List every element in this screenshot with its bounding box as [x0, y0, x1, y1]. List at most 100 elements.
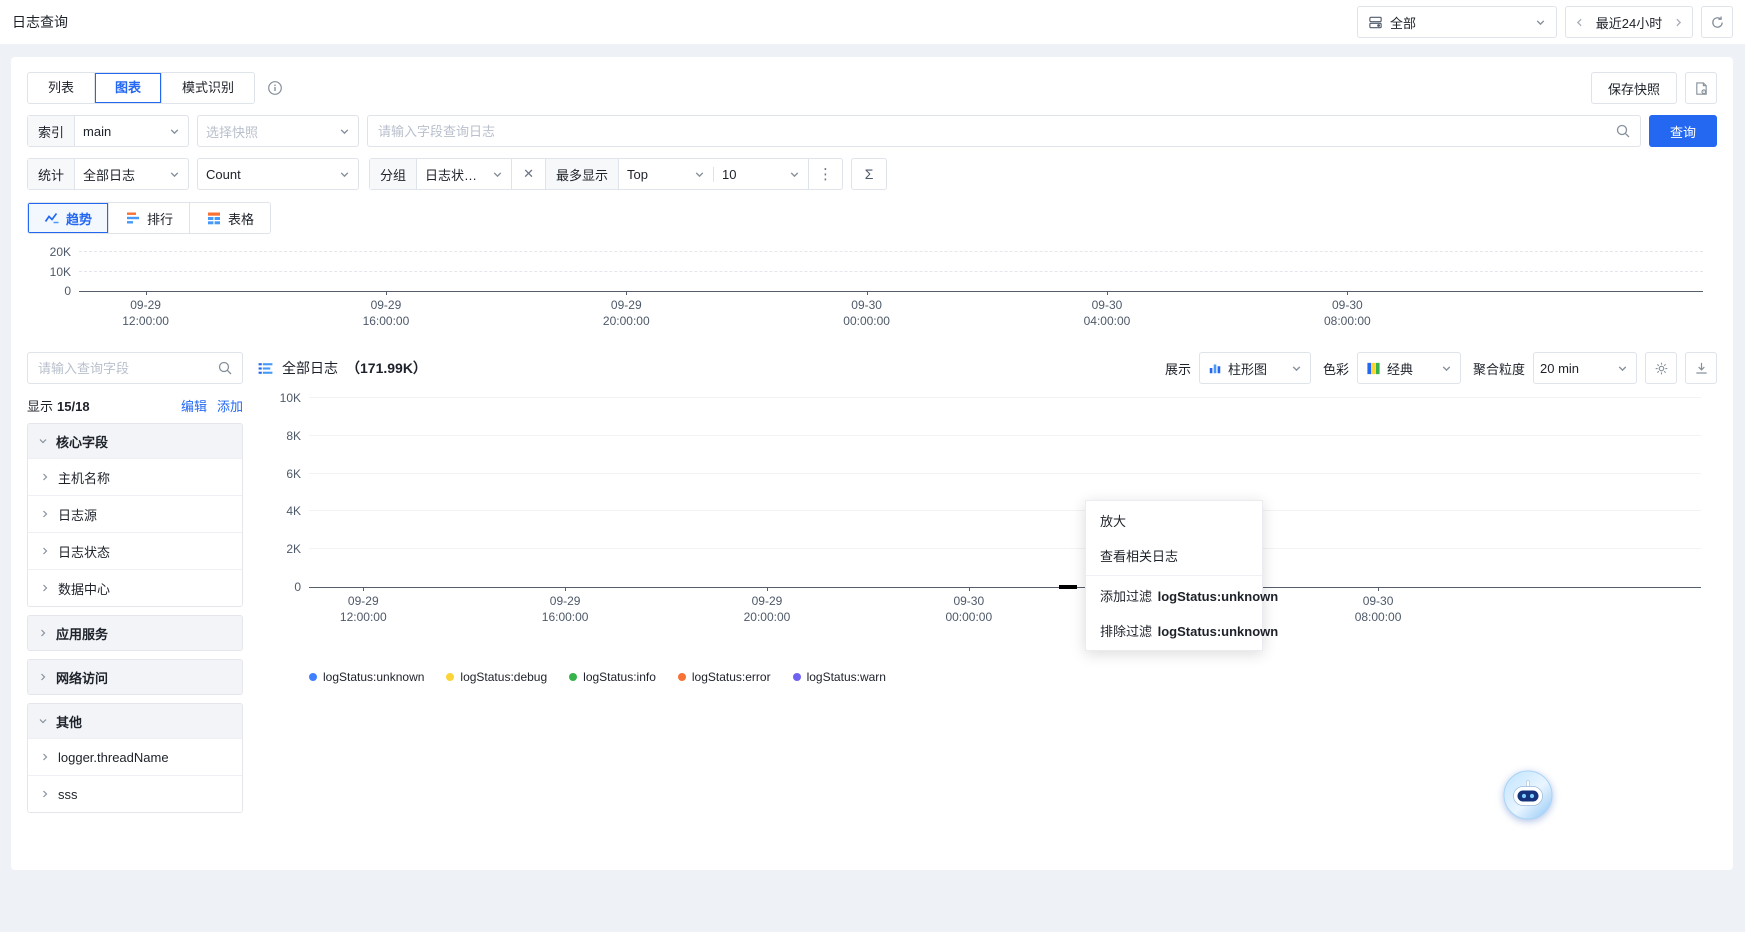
x-axis-tick: 09-3004:00:00 — [1062, 297, 1152, 329]
pill-table-label: 表格 — [228, 209, 254, 228]
chart-settings-button[interactable] — [1645, 352, 1677, 384]
topbar-controls: 全部 最近24小时 — [1357, 6, 1733, 38]
field-item-label: 日志状态 — [58, 542, 110, 561]
field-group-header-2[interactable]: 网络访问 — [28, 660, 242, 694]
log-search-input[interactable] — [367, 115, 1641, 147]
menu-item-view-related-logs[interactable]: 查看相关日志 — [1086, 538, 1262, 573]
top-n-mode[interactable]: Top — [619, 167, 694, 182]
field-groups: 核心字段主机名称日志源日志状态数据中心应用服务网络访问其他logger.thre… — [27, 423, 243, 813]
table-grid-icon — [206, 210, 222, 226]
time-prev-button[interactable] — [1574, 17, 1585, 28]
time-next-button[interactable] — [1673, 17, 1684, 28]
query-button[interactable]: 查询 — [1649, 115, 1717, 147]
legend-item[interactable]: logStatus:info — [569, 670, 656, 684]
legend-item[interactable]: logStatus:debug — [446, 670, 547, 684]
menu-item-add-filter[interactable]: 添加过滤 logStatus:unknown — [1086, 578, 1262, 613]
pill-trend[interactable]: 趋势 — [28, 203, 109, 233]
field-group-header-3[interactable]: 其他 — [28, 704, 242, 738]
y-axis-tick: 8K — [286, 429, 301, 443]
chevron-down-icon — [339, 169, 350, 180]
field-item-label: 日志源 — [58, 505, 97, 524]
stat-value: 全部日志 — [75, 165, 169, 184]
y-axis-tick: 0 — [64, 284, 71, 298]
x-axis-tick: 09-3008:00:00 — [1333, 593, 1423, 625]
add-filter-prefix: 添加过滤 — [1100, 589, 1156, 604]
assistant-robot-icon[interactable] — [1503, 770, 1553, 820]
snapshot-actions: 保存快照 — [1591, 72, 1717, 104]
legend-item[interactable]: logStatus:warn — [793, 670, 886, 684]
add-field-link[interactable]: 添加 — [217, 396, 243, 415]
field-item[interactable]: 数据中心 — [28, 569, 242, 606]
chart-type-value: 柱形图 — [1222, 359, 1291, 378]
exclude-filter-value: logStatus:unknown — [1158, 624, 1279, 639]
add-filter-value: logStatus:unknown — [1158, 589, 1279, 604]
refresh-button[interactable] — [1701, 6, 1733, 38]
group-by-label: 分组 — [370, 159, 417, 189]
stat-select[interactable]: 统计 全部日志 — [27, 158, 189, 190]
chevron-down-icon — [38, 716, 48, 726]
log-list-icon[interactable] — [257, 360, 274, 377]
chart-type-pills: 趋势 排行 表格 — [27, 202, 271, 234]
pill-ranking[interactable]: 排行 — [109, 203, 190, 233]
group-by-value[interactable]: 日志状态(logS... — [417, 165, 492, 184]
time-range-picker[interactable]: 最近24小时 — [1565, 6, 1693, 38]
pill-table[interactable]: 表格 — [190, 203, 270, 233]
time-range-label[interactable]: 最近24小时 — [1596, 13, 1662, 32]
y-axis-tick: 10K — [50, 265, 71, 279]
logstatus-plot-area[interactable]: 10K8K6K4K2K009-2912:00:0009-2916:00:0009… — [309, 398, 1701, 588]
field-search-input[interactable] — [27, 352, 243, 384]
tab-chart[interactable]: 图表 — [95, 73, 162, 103]
edit-fields-link[interactable]: 编辑 — [181, 396, 207, 415]
legend-item[interactable]: logStatus:error — [678, 670, 771, 684]
field-group-header-0[interactable]: 核心字段 — [28, 424, 242, 458]
x-axis-tick-mark — [626, 291, 627, 295]
field-item[interactable]: 主机名称 — [28, 458, 242, 495]
group-by-control: 分组 日志状态(logS... ✕ 最多显示 Top 10 ⋮ — [369, 158, 843, 190]
field-item[interactable]: 日志源 — [28, 495, 242, 532]
color-scheme-select[interactable]: 经典 — [1357, 352, 1461, 384]
chart-controls: 展示 柱形图 色彩 — [1161, 352, 1717, 384]
tab-list[interactable]: 列表 — [28, 73, 95, 103]
snapshot-select[interactable]: 选择快照 — [197, 115, 359, 147]
x-axis-tick: 09-2916:00:00 — [520, 593, 610, 625]
save-snapshot-button[interactable]: 保存快照 — [1591, 72, 1677, 104]
gridline — [79, 251, 1703, 252]
field-item[interactable]: 日志状态 — [28, 532, 242, 569]
chart-title: 全部日志 （171.99K） — [257, 358, 427, 378]
search-icon[interactable] — [217, 360, 233, 376]
menu-item-zoom-in[interactable]: 放大 — [1086, 503, 1262, 538]
sigma-aggregate-button[interactable]: Σ — [851, 158, 887, 190]
field-item[interactable]: logger.threadName — [28, 738, 242, 775]
field-item-label: 主机名称 — [58, 468, 110, 487]
menu-separator — [1086, 575, 1262, 576]
data-scope-select[interactable]: 全部 — [1357, 6, 1557, 38]
x-axis-tick: 09-3008:00:00 — [1302, 297, 1392, 329]
field-item[interactable]: sss — [28, 775, 242, 812]
y-axis-tick: 4K — [286, 504, 301, 518]
chevron-right-icon — [40, 583, 50, 593]
field-group-header-1[interactable]: 应用服务 — [28, 616, 242, 650]
legend-item[interactable]: logStatus:unknown — [309, 670, 424, 684]
gridline — [309, 397, 1701, 398]
info-icon[interactable] — [267, 80, 283, 96]
search-icon[interactable] — [1615, 123, 1631, 139]
tab-pattern[interactable]: 模式识别 — [162, 73, 254, 103]
download-button[interactable] — [1685, 352, 1717, 384]
top-n-count[interactable]: 10 — [713, 167, 789, 182]
query-row: 索引 main 选择快照 查询 — [27, 115, 1717, 147]
x-axis-tick-mark — [146, 291, 147, 295]
chart-type-select[interactable]: 柱形图 — [1199, 352, 1311, 384]
chevron-down-icon — [1535, 17, 1546, 28]
aggregation-select[interactable]: Count — [197, 158, 359, 190]
remove-group-button[interactable]: ✕ — [511, 159, 545, 189]
menu-item-exclude-filter[interactable]: 排除过滤 logStatus:unknown — [1086, 613, 1262, 648]
y-axis-tick: 6K — [286, 467, 301, 481]
snapshot-document-icon — [1694, 81, 1709, 96]
x-axis-tick: 09-2920:00:00 — [722, 593, 812, 625]
bar-chart-icon — [1208, 361, 1222, 375]
index-select[interactable]: 索引 main — [27, 115, 189, 147]
more-options-button[interactable]: ⋮ — [808, 159, 842, 189]
snapshot-manage-button[interactable] — [1685, 72, 1717, 104]
overview-plot-area[interactable]: 20K10K009-2912:00:0009-2916:00:0009-2920… — [79, 252, 1703, 292]
granularity-select[interactable]: 20 min — [1533, 352, 1637, 384]
